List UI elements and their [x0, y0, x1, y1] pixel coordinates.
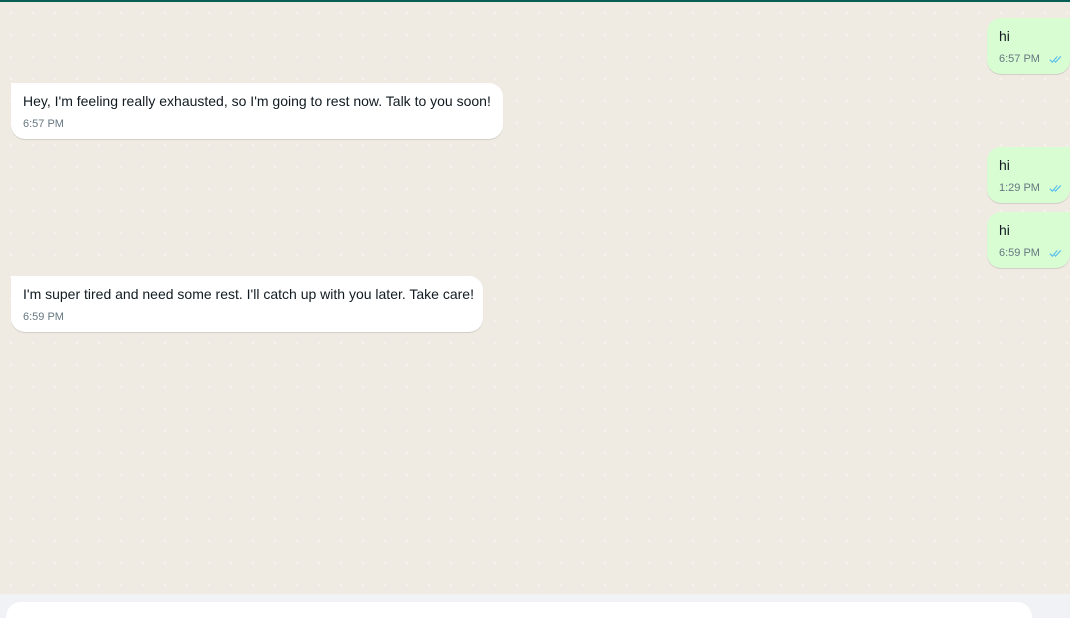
outgoing-message[interactable]: hi 6:57 PM — [987, 18, 1070, 74]
message-time: 6:59 PM — [23, 311, 64, 323]
message-list[interactable]: hi 6:57 PM Hey, I'm feeling really exhau… — [0, 2, 1070, 594]
message-time: 1:29 PM — [999, 182, 1040, 194]
incoming-message[interactable]: I'm super tired and need some rest. I'll… — [11, 276, 483, 332]
message-text: hi — [999, 222, 1010, 238]
message-text: I'm super tired and need some rest. I'll… — [23, 286, 474, 302]
outgoing-message[interactable]: hi 1:29 PM — [987, 147, 1070, 203]
composer-bar — [0, 594, 1070, 618]
message-text: hi — [999, 157, 1010, 173]
incoming-message[interactable]: Hey, I'm feeling really exhausted, so I'… — [11, 83, 503, 139]
message-time: 6:59 PM — [999, 247, 1040, 259]
chat-window: hi 6:57 PM Hey, I'm feeling really exhau… — [0, 0, 1070, 618]
message-text: Hey, I'm feeling really exhausted, so I'… — [23, 93, 491, 109]
message-input[interactable] — [6, 602, 1032, 618]
double-check-icon — [1049, 56, 1062, 63]
double-check-icon — [1049, 250, 1062, 257]
double-check-icon — [1049, 185, 1062, 192]
message-text: hi — [999, 28, 1010, 44]
message-time: 6:57 PM — [23, 118, 64, 130]
message-time: 6:57 PM — [999, 53, 1040, 65]
outgoing-message[interactable]: hi 6:59 PM — [987, 212, 1070, 268]
